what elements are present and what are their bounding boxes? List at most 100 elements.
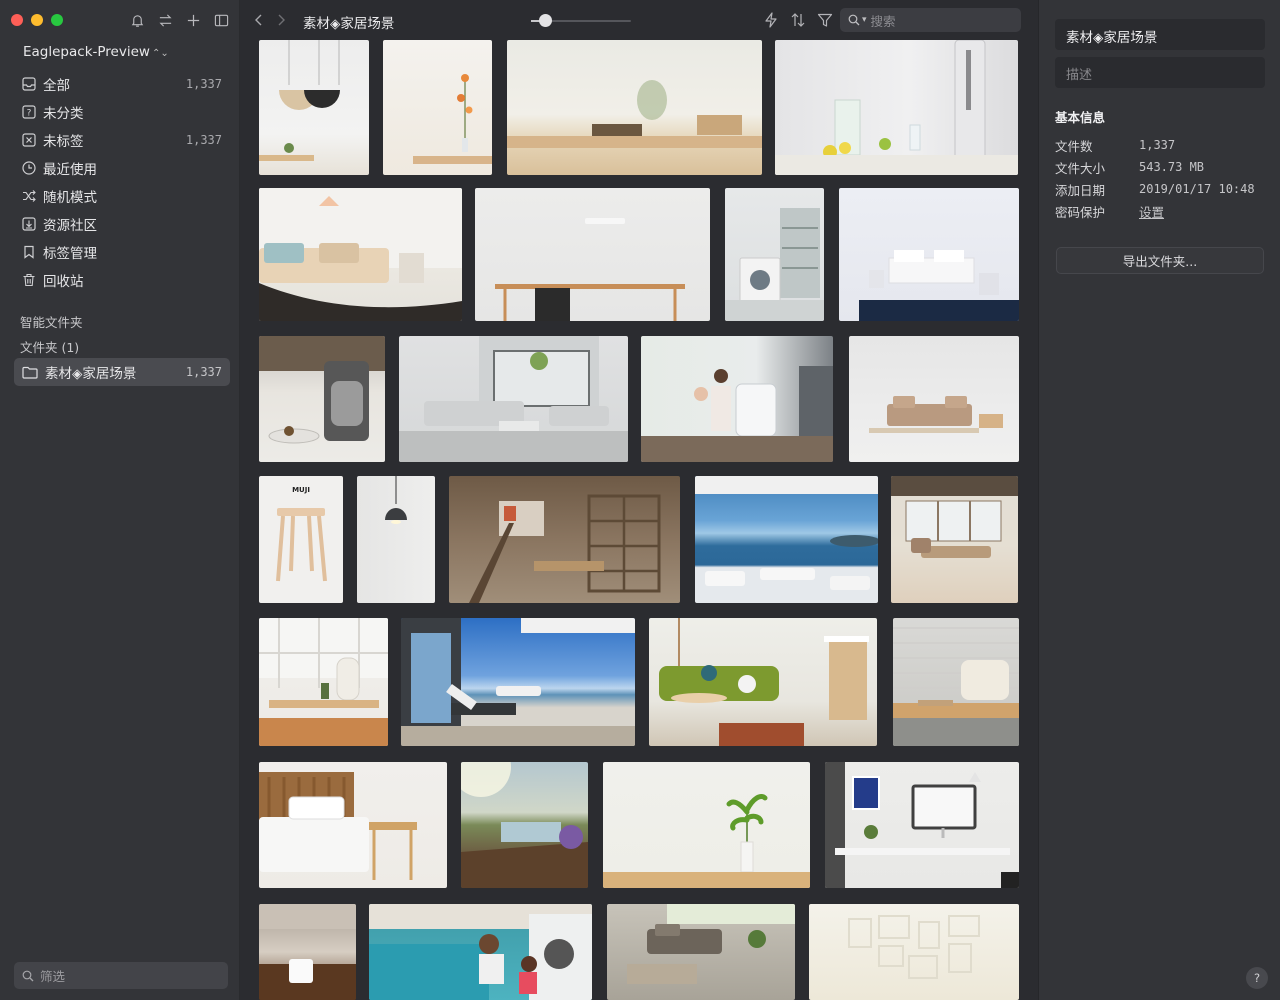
sidebar-toggle-icon[interactable] — [212, 11, 230, 29]
image-tile[interactable] — [775, 40, 1018, 175]
image-tile[interactable] — [475, 188, 710, 321]
image-tile[interactable] — [369, 904, 592, 1000]
basic-info-list: 文件数 1,337 文件大小 543.73 MB 添加日期 2019/01/17… — [1055, 134, 1270, 222]
chevron-down-icon[interactable]: ▾ — [862, 15, 867, 25]
image-tile[interactable] — [449, 476, 680, 603]
sidebar-toolbar — [128, 11, 230, 29]
toolbar-actions — [762, 11, 833, 28]
search-icon — [848, 14, 860, 26]
image-tile[interactable] — [259, 336, 385, 462]
shuffle-icon — [22, 189, 36, 203]
bell-icon[interactable] — [128, 11, 146, 29]
lightning-icon[interactable] — [762, 11, 779, 28]
image-tile[interactable] — [259, 40, 369, 175]
sidebar-item-label: 资源社区 — [43, 218, 97, 234]
image-tile[interactable]: MUJI — [259, 476, 343, 603]
info-key: 文件大小 — [1055, 160, 1106, 176]
image-tile[interactable] — [399, 336, 628, 462]
image-tile[interactable] — [893, 618, 1019, 746]
folder-item-selected[interactable]: 素材◈家居场景 1,337 — [14, 358, 230, 386]
image-tile[interactable] — [825, 762, 1019, 888]
export-folder-button[interactable]: 导出文件夹... — [1056, 247, 1264, 274]
image-tile[interactable] — [507, 40, 762, 175]
info-row-file-size: 文件大小 543.73 MB — [1055, 156, 1270, 178]
basic-info-heading: 基本信息 — [1055, 110, 1106, 125]
sync-icon[interactable] — [156, 11, 174, 29]
folder-icon — [22, 366, 38, 379]
info-value: 2019/01/17 10:48 — [1139, 182, 1255, 196]
image-tile[interactable] — [839, 188, 1019, 321]
image-tile[interactable] — [725, 188, 824, 321]
trash-icon — [22, 273, 36, 287]
library-switcher[interactable]: Eaglepack-Preview ⌃⌄ — [23, 44, 169, 60]
sidebar-item-label: 标签管理 — [43, 246, 97, 262]
folder-label: 素材◈家居场景 — [45, 366, 137, 382]
image-tile[interactable] — [461, 762, 588, 888]
inbox-icon — [22, 77, 36, 91]
add-icon[interactable] — [184, 11, 202, 29]
folder-name-field[interactable]: 素材◈家居场景 — [1055, 19, 1265, 50]
search-placeholder: 搜索 — [870, 13, 896, 29]
close-window-button[interactable] — [11, 14, 23, 26]
sidebar-item-label: 随机模式 — [43, 190, 97, 206]
minimize-window-button[interactable] — [31, 14, 43, 26]
sidebar-nav: 全部 1,337 ? 未分类 未标签 1,337 最近使用 随机模式 资源社区 … — [14, 70, 230, 294]
sidebar-item-untagged[interactable]: 未标签 1,337 — [14, 126, 230, 154]
image-tile[interactable] — [401, 618, 635, 746]
main-toolbar: 素材◈家居场景 ▾ 搜索 — [240, 0, 1038, 40]
info-row-file-count: 文件数 1,337 — [1055, 134, 1270, 156]
image-tile[interactable] — [809, 904, 1019, 1000]
forward-icon[interactable] — [276, 12, 286, 31]
image-tile[interactable] — [849, 336, 1019, 462]
folder-count: 1,337 — [185, 365, 222, 379]
sidebar-item-recent[interactable]: 最近使用 — [14, 154, 230, 182]
image-tile[interactable] — [649, 618, 877, 746]
sidebar-item-count: 1,337 — [185, 77, 222, 91]
sidebar-item-label: 未标签 — [43, 134, 84, 150]
image-tile[interactable] — [607, 904, 795, 1000]
sidebar-item-label: 最近使用 — [43, 162, 97, 178]
sidebar-item-tags[interactable]: 标签管理 — [14, 238, 230, 266]
filter-input[interactable]: 筛选 — [14, 962, 228, 989]
zoom-window-button[interactable] — [51, 14, 63, 26]
image-grid[interactable]: MUJI — [240, 40, 1038, 1000]
image-tile[interactable] — [259, 188, 462, 321]
folders-heading[interactable]: 文件夹 (1) — [20, 337, 79, 356]
sidebar-item-label: 全部 — [43, 78, 70, 94]
bookmark-icon — [22, 245, 36, 259]
slider-knob[interactable] — [539, 14, 552, 27]
image-tile[interactable] — [603, 762, 810, 888]
sidebar-item-community[interactable]: 资源社区 — [14, 210, 230, 238]
sidebar-item-all[interactable]: 全部 1,337 — [14, 70, 230, 98]
back-icon[interactable] — [254, 12, 264, 31]
image-tile[interactable] — [259, 904, 356, 1000]
sidebar-item-random[interactable]: 随机模式 — [14, 182, 230, 210]
image-tile[interactable] — [891, 476, 1018, 603]
sidebar-item-trash[interactable]: 回收站 — [14, 266, 230, 294]
info-key: 添加日期 — [1055, 182, 1106, 198]
thumbnail-size-slider[interactable] — [531, 14, 631, 27]
sidebar-item-uncategorized[interactable]: ? 未分类 — [14, 98, 230, 126]
description-field[interactable]: 描述 — [1055, 57, 1265, 88]
question-box-icon: ? — [22, 105, 36, 119]
image-tile[interactable] — [259, 618, 388, 746]
image-tile[interactable] — [695, 476, 878, 603]
filter-funnel-icon[interactable] — [816, 11, 833, 28]
sort-icon[interactable] — [789, 11, 806, 28]
info-row-password: 密码保护 设置 — [1055, 200, 1270, 222]
sidebar: Eaglepack-Preview ⌃⌄ 全部 1,337 ? 未分类 未标签 1… — [0, 0, 240, 1000]
search-input[interactable]: ▾ 搜索 — [840, 8, 1021, 32]
image-tile[interactable] — [383, 40, 492, 175]
image-tile[interactable] — [357, 476, 435, 603]
image-tile[interactable] — [259, 762, 447, 888]
set-password-link[interactable]: 设置 — [1139, 202, 1164, 221]
help-button[interactable]: ? — [1246, 967, 1268, 989]
inspector-panel: 素材◈家居场景 描述 基本信息 文件数 1,337 文件大小 543.73 MB… — [1038, 0, 1280, 1000]
smart-folders-heading[interactable]: 智能文件夹 — [20, 312, 83, 331]
app-window: Eaglepack-Preview ⌃⌄ 全部 1,337 ? 未分类 未标签 1… — [0, 0, 1280, 1000]
info-key: 密码保护 — [1055, 204, 1106, 220]
info-row-date-added: 添加日期 2019/01/17 10:48 — [1055, 178, 1270, 200]
clock-icon — [22, 161, 36, 175]
chevron-updown-icon: ⌃⌄ — [151, 48, 169, 59]
image-tile[interactable] — [641, 336, 833, 462]
